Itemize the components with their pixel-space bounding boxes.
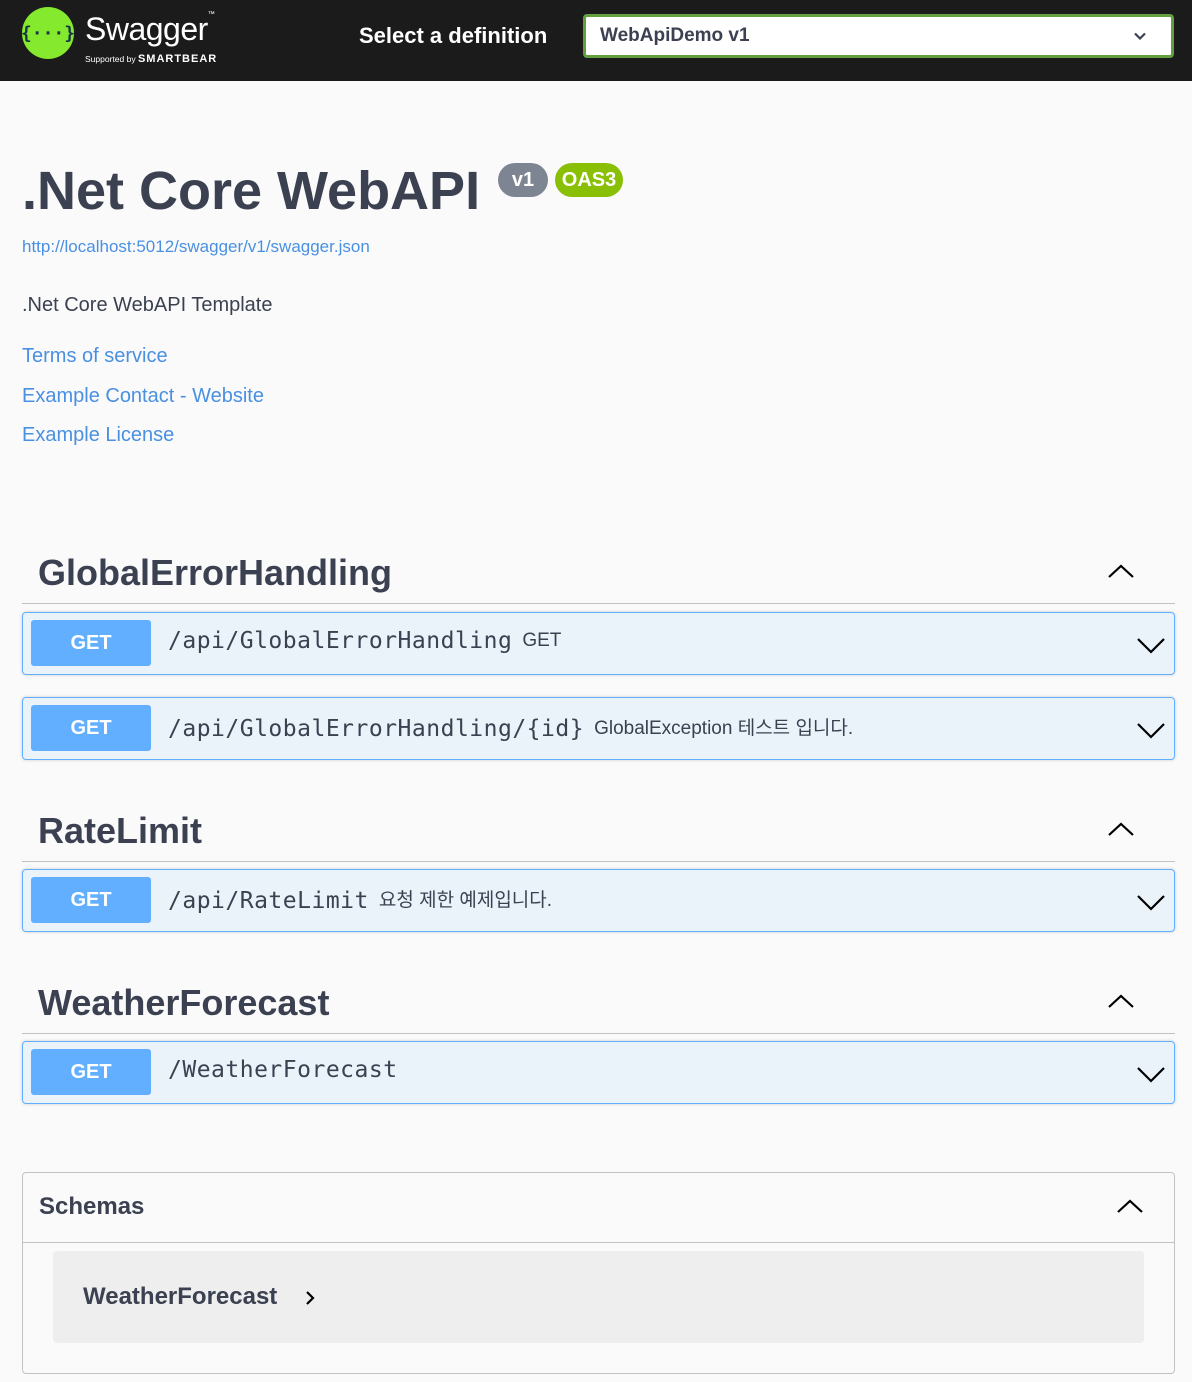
- logo-brand-name: Swagger™: [85, 11, 215, 48]
- definition-select[interactable]: WebApiDemo v1: [583, 14, 1174, 58]
- chevron-down-icon: [1134, 32, 1146, 41]
- method-badge: GET: [31, 1049, 151, 1095]
- spec-url-link[interactable]: http://localhost:5012/swagger/v1/swagger…: [22, 237, 370, 257]
- tag-header-weatherforecast[interactable]: WeatherForecast: [22, 972, 1175, 1034]
- brand-name-text: Swagger: [85, 11, 208, 47]
- swagger-logo[interactable]: {···} Swagger™ Supported by SMARTBEAR: [20, 7, 242, 73]
- chevron-up-icon[interactable]: [1107, 988, 1135, 1016]
- model-name: WeatherForecast: [83, 1283, 278, 1310]
- tag-name: GlobalErrorHandling: [38, 552, 393, 593]
- method-badge: GET: [31, 877, 151, 923]
- operation-path: /api/GlobalErrorHandling: [168, 628, 513, 654]
- chevron-up-icon[interactable]: [1116, 1193, 1144, 1221]
- chevron-up-icon[interactable]: [1107, 558, 1135, 586]
- operation-summary: 요청 제한 예제입니다.: [378, 890, 553, 911]
- operation-path-row: /api/RateLimit 요청 제한 예제입니다.: [168, 885, 552, 914]
- model-weatherforecast[interactable]: WeatherForecast: [53, 1251, 1144, 1343]
- terms-of-service-link[interactable]: Terms of service: [22, 345, 168, 368]
- tag-name: RateLimit: [38, 810, 203, 851]
- operation-path-row: /api/GlobalErrorHandling GET: [168, 628, 561, 654]
- logo-supported-by: Supported by SMARTBEAR: [85, 53, 217, 65]
- chevron-down-icon[interactable]: [1136, 1059, 1166, 1089]
- license-link[interactable]: Example License: [22, 424, 174, 447]
- logo-glyph: {···}: [20, 22, 76, 44]
- operation-get-weatherforecast[interactable]: GET /WeatherForecast: [22, 1041, 1175, 1104]
- method-badge: GET: [31, 620, 151, 666]
- api-title: .Net Core WebAPI: [22, 161, 481, 221]
- schemas-title: Schemas: [39, 1193, 145, 1220]
- operation-path: /api/RateLimit: [168, 888, 369, 914]
- chevron-down-icon[interactable]: [1136, 715, 1166, 745]
- method-badge: GET: [31, 705, 151, 751]
- operation-get-globalerrorhandling-id[interactable]: GET /api/GlobalErrorHandling/{id} GlobalE…: [22, 697, 1175, 760]
- operation-summary: GlobalException 테스트 입니다.: [594, 718, 854, 739]
- swagger-logo-icon: {···}: [20, 7, 76, 59]
- api-description: .Net Core WebAPI Template: [22, 294, 273, 316]
- supported-by-text: Supported by: [85, 54, 136, 64]
- trademark-mark: ™: [207, 11, 215, 18]
- operation-get-globalerrorhandling[interactable]: GET /api/GlobalErrorHandling GET: [22, 612, 1175, 675]
- operation-path-row: /WeatherForecast: [168, 1057, 398, 1083]
- chevron-down-icon[interactable]: [1136, 630, 1166, 660]
- operation-path-row: /api/GlobalErrorHandling/{id} GlobalExcep…: [168, 713, 853, 742]
- oas-badge: OAS3: [555, 163, 623, 197]
- topbar: {···} Swagger™ Supported by SMARTBEAR Se…: [0, 0, 1192, 81]
- select-definition-label: Select a definition: [359, 23, 548, 48]
- tag-header-ratelimit[interactable]: RateLimit: [22, 800, 1175, 862]
- contact-link[interactable]: Example Contact - Website: [22, 385, 264, 408]
- version-badge: v1: [498, 163, 548, 197]
- chevron-right-icon[interactable]: [301, 1289, 319, 1307]
- chevron-up-icon[interactable]: [1107, 816, 1135, 844]
- chevron-down-icon[interactable]: [1136, 887, 1166, 917]
- supported-company: SMARTBEAR: [137, 53, 218, 65]
- tag-name: WeatherForecast: [38, 982, 330, 1023]
- schemas-section: Schemas WeatherForecast: [22, 1172, 1175, 1374]
- tag-header-globalerrorhandling[interactable]: GlobalErrorHandling: [22, 542, 1175, 604]
- operation-path: /WeatherForecast: [168, 1057, 398, 1083]
- schemas-header[interactable]: Schemas: [23, 1173, 1174, 1243]
- operation-get-ratelimit[interactable]: GET /api/RateLimit 요청 제한 예제입니다.: [22, 869, 1175, 932]
- operation-path: /api/GlobalErrorHandling/{id}: [168, 716, 585, 742]
- operation-summary: GET: [522, 630, 562, 651]
- definition-select-value: WebApiDemo v1: [600, 25, 750, 46]
